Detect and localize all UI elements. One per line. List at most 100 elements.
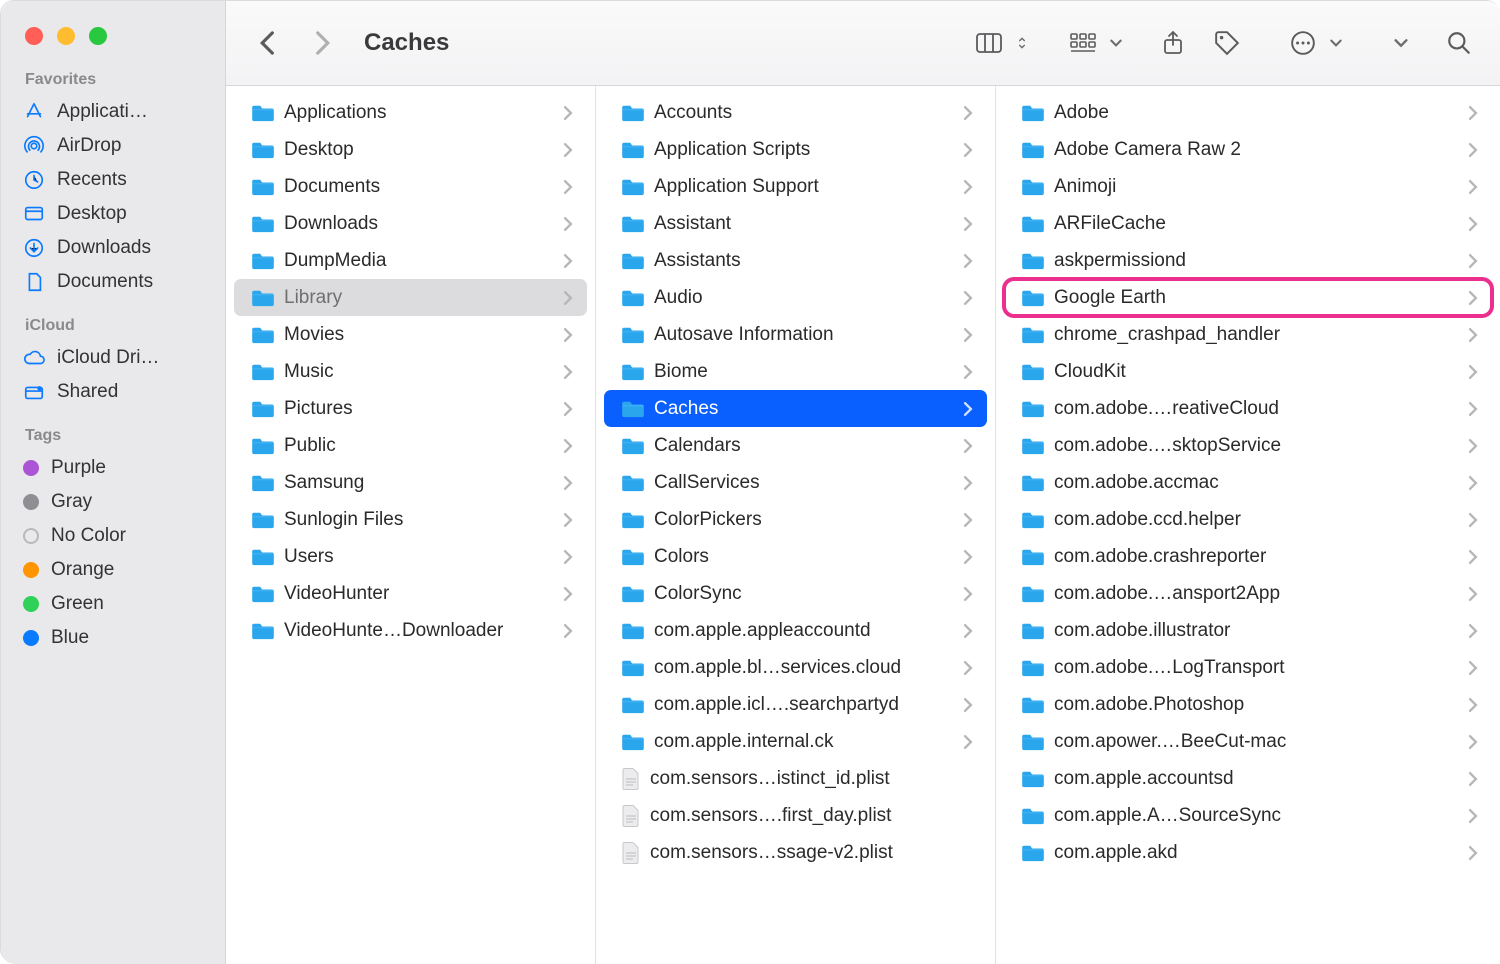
folder-row[interactable]: com.adobe.crashreporter xyxy=(1004,538,1492,575)
more-button[interactable] xyxy=(1281,23,1343,63)
chevron-right-icon xyxy=(1468,106,1478,120)
forward-button[interactable] xyxy=(300,23,344,63)
folder-row[interactable]: com.apple.icl….searchpartyd xyxy=(604,686,987,723)
item-name: com.adobe.ccd.helper xyxy=(1054,509,1458,531)
folder-row[interactable]: Pictures xyxy=(234,390,587,427)
folder-row[interactable]: com.adobe.Photoshop xyxy=(1004,686,1492,723)
close-button[interactable] xyxy=(25,27,43,45)
folder-row[interactable]: VideoHunte…Downloader xyxy=(234,612,587,649)
folder-row[interactable]: com.adobe.…ansport2App xyxy=(1004,575,1492,612)
folder-row[interactable]: com.apple.appleaccountd xyxy=(604,612,987,649)
folder-row[interactable]: Desktop xyxy=(234,131,587,168)
folder-row[interactable]: com.apple.A…SourceSync xyxy=(1004,797,1492,834)
folder-row[interactable]: CloudKit xyxy=(1004,353,1492,390)
folder-row[interactable]: com.adobe.…LogTransport xyxy=(1004,649,1492,686)
sidebar-item-label: Recents xyxy=(57,169,127,191)
item-name: com.apower.…BeeCut-mac xyxy=(1054,731,1458,753)
search-button[interactable] xyxy=(1437,23,1481,63)
tags-button[interactable] xyxy=(1205,23,1249,63)
folder-row[interactable]: com.adobe.…sktopService xyxy=(1004,427,1492,464)
sidebar-item[interactable]: Shared xyxy=(9,375,217,409)
folder-row[interactable]: Accounts xyxy=(604,94,987,131)
folder-row[interactable]: Application Support xyxy=(604,168,987,205)
folder-row[interactable]: askpermissiond xyxy=(1004,242,1492,279)
columns-view-icon[interactable] xyxy=(967,23,1011,63)
folder-row[interactable]: Downloads xyxy=(234,205,587,242)
dropdown-button[interactable] xyxy=(1393,35,1409,51)
sidebar-item[interactable]: Downloads xyxy=(9,231,217,265)
folder-row[interactable]: ColorPickers xyxy=(604,501,987,538)
folder-row[interactable]: Applications xyxy=(234,94,587,131)
download-icon xyxy=(23,237,45,259)
folder-row[interactable]: com.apple.akd xyxy=(1004,834,1492,871)
file-row[interactable]: com.sensors…ssage-v2.plist xyxy=(604,834,987,871)
back-button[interactable] xyxy=(246,23,290,63)
folder-row[interactable]: Assistants xyxy=(604,242,987,279)
folder-row[interactable]: Google Earth xyxy=(1004,279,1492,316)
folder-row[interactable]: Colors xyxy=(604,538,987,575)
item-name: ColorPickers xyxy=(654,509,953,531)
folder-row[interactable]: Documents xyxy=(234,168,587,205)
item-name: Accounts xyxy=(654,102,953,124)
sidebar-item[interactable]: Green xyxy=(9,587,217,621)
sidebar-item[interactable]: No Color xyxy=(9,519,217,553)
minimize-button[interactable] xyxy=(57,27,75,45)
view-mode-group[interactable] xyxy=(967,23,1029,63)
sidebar-item[interactable]: Purple xyxy=(9,451,217,485)
file-row[interactable]: com.sensors…istinct_id.plist xyxy=(604,760,987,797)
folder-row[interactable]: com.apple.accountsd xyxy=(1004,760,1492,797)
folder-row[interactable]: Animoji xyxy=(1004,168,1492,205)
folder-row[interactable]: ARFileCache xyxy=(1004,205,1492,242)
folder-row[interactable]: Library xyxy=(234,279,587,316)
file-row[interactable]: com.sensors….first_day.plist xyxy=(604,797,987,834)
folder-row[interactable]: Adobe Camera Raw 2 xyxy=(1004,131,1492,168)
group-by-button[interactable] xyxy=(1061,23,1123,63)
folder-row[interactable]: com.apple.internal.ck xyxy=(604,723,987,760)
folder-row[interactable]: chrome_crashpad_handler xyxy=(1004,316,1492,353)
folder-icon xyxy=(1022,659,1044,677)
folder-row[interactable]: DumpMedia xyxy=(234,242,587,279)
folder-row[interactable]: com.apple.bl…services.cloud xyxy=(604,649,987,686)
folder-row[interactable]: Samsung xyxy=(234,464,587,501)
chevron-right-icon xyxy=(1468,513,1478,527)
folder-icon xyxy=(622,622,644,640)
sidebar-item[interactable]: Orange xyxy=(9,553,217,587)
sidebar-item[interactable]: Blue xyxy=(9,621,217,655)
folder-row[interactable]: com.adobe.accmac xyxy=(1004,464,1492,501)
sidebar-item[interactable]: AirDrop xyxy=(9,129,217,163)
folder-row[interactable]: Sunlogin Files xyxy=(234,501,587,538)
folder-row[interactable]: Audio xyxy=(604,279,987,316)
folder-row[interactable]: Application Scripts xyxy=(604,131,987,168)
sidebar-item[interactable]: Documents xyxy=(9,265,217,299)
sidebar-heading: Favorites xyxy=(9,67,217,95)
zoom-button[interactable] xyxy=(89,27,107,45)
sidebar-item[interactable]: iCloud Dri… xyxy=(9,341,217,375)
folder-row[interactable]: Caches xyxy=(604,390,987,427)
sidebar-item-label: Documents xyxy=(57,271,153,293)
sidebar-item[interactable]: Recents xyxy=(9,163,217,197)
folder-icon xyxy=(1022,807,1044,825)
chevron-right-icon xyxy=(563,180,573,194)
folder-row[interactable]: ColorSync xyxy=(604,575,987,612)
folder-row[interactable]: Public xyxy=(234,427,587,464)
sidebar-item[interactable]: Desktop xyxy=(9,197,217,231)
folder-row[interactable]: CallServices xyxy=(604,464,987,501)
folder-row[interactable]: com.apower.…BeeCut-mac xyxy=(1004,723,1492,760)
sidebar-item[interactable]: Applicati… xyxy=(9,95,217,129)
folder-icon xyxy=(622,400,644,418)
folder-row[interactable]: Autosave Information xyxy=(604,316,987,353)
folder-row[interactable]: com.adobe.ccd.helper xyxy=(1004,501,1492,538)
folder-row[interactable]: Adobe xyxy=(1004,94,1492,131)
folder-row[interactable]: Music xyxy=(234,353,587,390)
folder-row[interactable]: Assistant xyxy=(604,205,987,242)
folder-row[interactable]: com.adobe.…reativeCloud xyxy=(1004,390,1492,427)
share-button[interactable] xyxy=(1151,23,1195,63)
folder-row[interactable]: Calendars xyxy=(604,427,987,464)
folder-row[interactable]: Users xyxy=(234,538,587,575)
folder-row[interactable]: VideoHunter xyxy=(234,575,587,612)
folder-row[interactable]: Biome xyxy=(604,353,987,390)
folder-row[interactable]: com.adobe.illustrator xyxy=(1004,612,1492,649)
folder-icon xyxy=(1022,696,1044,714)
folder-row[interactable]: Movies xyxy=(234,316,587,353)
sidebar-item[interactable]: Gray xyxy=(9,485,217,519)
